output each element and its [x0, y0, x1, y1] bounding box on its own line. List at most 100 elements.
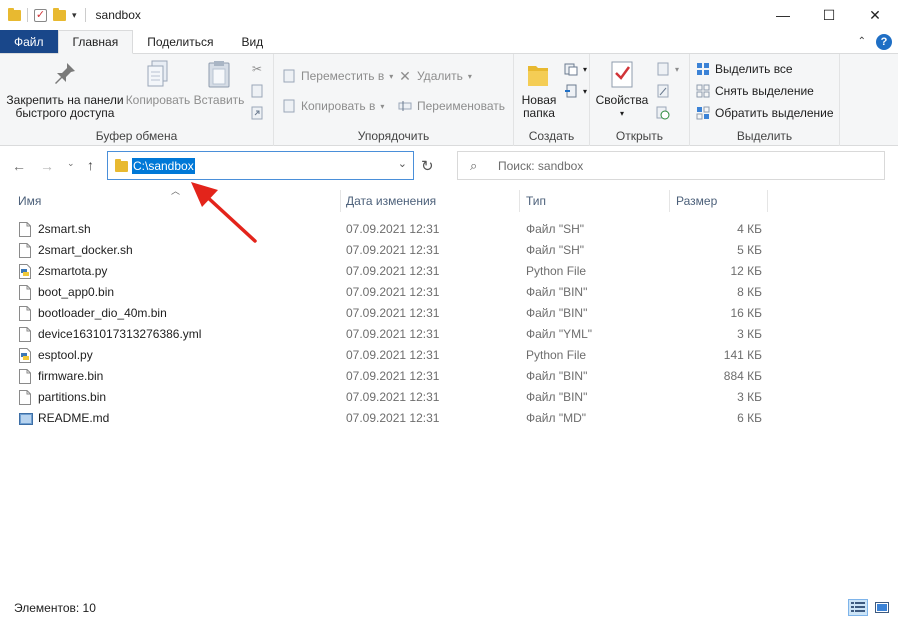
new-folder-quick-access-icon[interactable]: [53, 7, 66, 21]
new-folder-button[interactable]: Новая папка: [518, 58, 560, 120]
file-date: 07.09.2021 12:31: [346, 306, 440, 320]
quick-access-dropdown-icon[interactable]: ▾: [72, 10, 77, 21]
file-icon: [19, 390, 31, 405]
file-type: Файл "SH": [526, 222, 585, 236]
file-type: Файл "SH": [526, 243, 585, 257]
open-button[interactable]: ▾: [656, 62, 679, 76]
select-all-button[interactable]: Выделить все: [696, 62, 793, 76]
file-date: 07.09.2021 12:31: [346, 369, 440, 383]
file-date: 07.09.2021 12:31: [346, 243, 440, 257]
file-name: 2smart.sh: [38, 222, 91, 236]
new-folder-label-line2: папка: [523, 106, 555, 120]
address-bar[interactable]: C:\sandbox ⌄: [107, 151, 414, 180]
file-size: 4 КБ: [737, 222, 762, 236]
address-path[interactable]: C:\sandbox: [132, 158, 195, 174]
minimize-button[interactable]: —: [760, 0, 806, 30]
close-button[interactable]: ✕: [852, 0, 898, 30]
file-icon: [19, 222, 31, 237]
column-header-size[interactable]: Размер: [676, 190, 717, 212]
history-button[interactable]: [656, 106, 670, 120]
file-row[interactable]: 2smartota.py 07.09.2021 12:31 Python File 1…: [0, 261, 898, 282]
file-date: 07.09.2021 12:31: [346, 285, 440, 299]
delete-button[interactable]: ✕ Удалить ▾: [398, 67, 472, 84]
status-item-count: Элементов: 10: [14, 601, 96, 615]
file-type: Файл "BIN": [526, 390, 588, 404]
file-row[interactable]: 2smart_docker.sh 07.09.2021 12:31 Файл "SH…: [0, 240, 898, 261]
folder-icon: [8, 7, 21, 21]
file-type: Файл "BIN": [526, 369, 588, 383]
tab-share[interactable]: Поделиться: [133, 30, 227, 53]
copy-to-button[interactable]: Копировать в ▾: [282, 99, 384, 113]
divider: [84, 8, 86, 22]
file-icon: [19, 369, 31, 384]
tab-home[interactable]: Главная: [57, 30, 134, 54]
column-divider[interactable]: [340, 190, 341, 212]
large-icons-view-icon[interactable]: [872, 599, 892, 616]
file-name: partitions.bin: [38, 390, 107, 404]
column-header-name[interactable]: Имя: [18, 190, 41, 212]
file-size: 8 КБ: [737, 285, 762, 299]
column-divider[interactable]: [669, 190, 670, 212]
properties-quick-access-icon[interactable]: ✓: [34, 8, 47, 22]
tab-file[interactable]: Файл: [0, 30, 58, 53]
easy-access-button[interactable]: ▾: [564, 84, 587, 98]
collapse-ribbon-icon[interactable]: ⌃: [858, 36, 866, 47]
file-date: 07.09.2021 12:31: [346, 222, 440, 236]
copy-to-label: Копировать в: [301, 99, 376, 113]
file-row[interactable]: bootloader_dio_40m.bin 07.09.2021 12:31 Фа…: [0, 303, 898, 324]
file-type: Python File: [526, 348, 587, 362]
title-bar: ✓ ▾ sandbox — ☐ ✕: [0, 0, 898, 30]
paste-shortcut-button[interactable]: [250, 106, 264, 120]
cut-button[interactable]: ✂: [250, 62, 264, 76]
back-icon[interactable]: ←: [12, 158, 26, 174]
select-group-label: Выделить: [736, 129, 793, 143]
search-box[interactable]: ⌕ Поиск: sandbox: [457, 151, 885, 180]
copy-button[interactable]: Копировать: [126, 58, 190, 107]
up-icon[interactable]: ↑: [87, 157, 94, 173]
file-row[interactable]: boot_app0.bin 07.09.2021 12:31 Файл "BIN" 8…: [0, 282, 898, 303]
move-to-label: Переместить в: [301, 69, 385, 83]
select-group: Выделить все Снять выделение Обратить вы…: [690, 54, 840, 146]
maximize-button[interactable]: ☐: [806, 0, 852, 30]
edit-icon: [656, 84, 670, 98]
invert-selection-button[interactable]: Обратить выделение: [696, 106, 834, 120]
file-date: 07.09.2021 12:31: [346, 411, 440, 425]
column-divider[interactable]: [767, 190, 768, 212]
file-size: 3 КБ: [737, 390, 762, 404]
file-name: 2smartota.py: [38, 264, 108, 278]
new-item-button[interactable]: ▾: [564, 62, 587, 76]
chevron-down-icon[interactable]: ⌄: [398, 157, 407, 170]
invert-selection-icon: [696, 106, 710, 120]
file-row[interactable]: 2smart.sh 07.09.2021 12:31 Файл "SH" 4 КБ: [0, 219, 898, 240]
properties-button[interactable]: Свойства ▾: [594, 58, 650, 120]
file-row[interactable]: firmware.bin 07.09.2021 12:31 Файл "BIN" 88…: [0, 366, 898, 387]
paste-label: Вставить: [193, 93, 245, 107]
refresh-icon[interactable]: ↻: [421, 157, 434, 175]
rename-button[interactable]: Переименовать: [398, 99, 505, 113]
paste-button[interactable]: Вставить: [192, 58, 246, 107]
delete-label: Удалить: [417, 69, 463, 83]
easy-access-icon: [564, 84, 578, 98]
file-row[interactable]: README.md 07.09.2021 12:31 Файл "MD" 6 КБ: [0, 408, 898, 429]
file-row[interactable]: device1631017313276386.yml 07.09.2021 12:…: [0, 324, 898, 345]
select-none-button[interactable]: Снять выделение: [696, 84, 814, 98]
file-name: firmware.bin: [38, 369, 104, 383]
new-group-label: Создать: [528, 129, 575, 143]
file-row[interactable]: esptool.py 07.09.2021 12:31 Python File 141…: [0, 345, 898, 366]
pin-to-quick-access-button[interactable]: Закрепить на панели быстрого доступа: [6, 58, 124, 120]
help-icon[interactable]: ?: [876, 33, 892, 50]
forward-icon[interactable]: →: [40, 158, 54, 174]
details-view-icon[interactable]: [848, 599, 868, 616]
properties-dropdown-icon[interactable]: ▾: [620, 107, 624, 120]
column-divider[interactable]: [519, 190, 520, 212]
file-row[interactable]: partitions.bin 07.09.2021 12:31 Файл "BIN"…: [0, 387, 898, 408]
column-header-type[interactable]: Тип: [526, 190, 546, 212]
column-header-date[interactable]: Дата изменения: [346, 190, 436, 212]
edit-button[interactable]: [656, 84, 670, 98]
copy-path-button[interactable]: [250, 84, 264, 98]
select-all-label: Выделить все: [715, 62, 793, 76]
move-to-button[interactable]: Переместить в ▾: [282, 69, 393, 83]
recent-locations-icon[interactable]: ⌄: [67, 158, 75, 169]
delete-x-icon: ✕: [399, 67, 411, 84]
tab-view[interactable]: Вид: [227, 30, 277, 53]
